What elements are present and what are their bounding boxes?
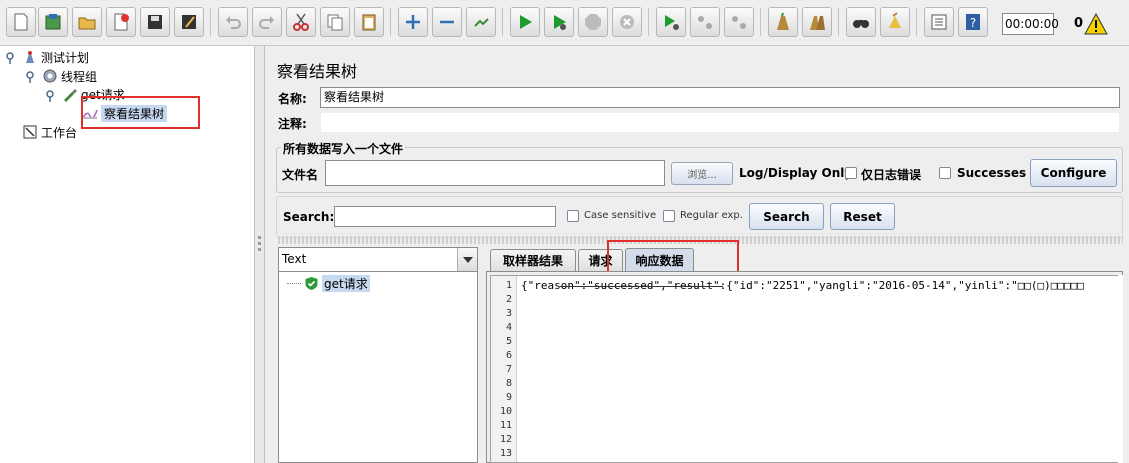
close-file-icon[interactable] xyxy=(106,7,136,37)
search-input[interactable] xyxy=(334,206,556,227)
toggle-icon[interactable] xyxy=(466,7,496,37)
line-number: 9 xyxy=(505,392,512,403)
tree-label: 测试计划 xyxy=(41,50,90,65)
line-number: 11 xyxy=(499,420,512,431)
errors-only-checkbox[interactable] xyxy=(845,167,857,179)
test-plan-icon xyxy=(26,51,34,63)
log-display-label: Log/Display Only: xyxy=(739,166,857,180)
tree-label: 线程组 xyxy=(61,69,98,84)
name-row: 名称: 察看结果树 xyxy=(274,86,1123,110)
warning-icon[interactable] xyxy=(1084,13,1108,35)
templates-icon[interactable] xyxy=(38,7,68,37)
filename-label: 文件名 xyxy=(282,168,319,182)
comment-row: 注释: xyxy=(274,111,1123,135)
name-label: 名称: xyxy=(278,92,307,106)
vertical-scrollbar[interactable] xyxy=(1118,275,1123,463)
help-icon[interactable]: ? xyxy=(958,7,988,37)
save-icon[interactable] xyxy=(140,7,170,37)
comment-label: 注释: xyxy=(278,117,307,131)
collapse-all-icon[interactable] xyxy=(432,7,462,37)
tree-toggle-icon[interactable] xyxy=(25,71,35,83)
clear-icon[interactable] xyxy=(768,7,798,37)
response-text-area[interactable]: 1 2 3 4 5 6 7 8 9 10 11 12 13 {"reason":… xyxy=(490,275,1119,463)
line-number: 10 xyxy=(499,406,512,417)
line-number: 8 xyxy=(505,378,512,389)
expand-all-icon[interactable] xyxy=(398,7,428,37)
case-sensitive-label: Case sensitive xyxy=(584,210,657,221)
line-number: 2 xyxy=(505,294,512,305)
line-number-gutter: 1 2 3 4 5 6 7 8 9 10 11 12 13 xyxy=(491,276,517,462)
svg-text:?: ? xyxy=(970,16,976,30)
filename-field[interactable] xyxy=(325,160,665,186)
tree-item-thread-group[interactable]: 线程组 xyxy=(42,67,97,85)
workbench-icon xyxy=(23,125,37,139)
line-number: 3 xyxy=(505,308,512,319)
copy-icon[interactable] xyxy=(320,7,350,37)
start-icon[interactable] xyxy=(510,7,540,37)
start-no-pauses-icon[interactable] xyxy=(544,7,574,37)
remote-exit-icon[interactable] xyxy=(724,7,754,37)
line-number: 4 xyxy=(505,322,512,333)
new-icon[interactable] xyxy=(6,7,36,37)
sample-result-list: get请求 xyxy=(278,272,478,463)
line-number: 1 xyxy=(505,280,512,291)
line-number: 6 xyxy=(505,350,512,361)
chevron-down-icon[interactable] xyxy=(457,248,477,271)
successes-checkbox[interactable] xyxy=(939,167,951,179)
paste-icon[interactable] xyxy=(354,7,384,37)
result-item[interactable]: get请求 xyxy=(287,275,370,292)
case-sensitive-checkbox[interactable] xyxy=(567,210,579,222)
reset-search-icon[interactable] xyxy=(880,7,910,37)
toolbar: ? 00:00:00 0 xyxy=(0,0,1129,46)
remote-stop-icon[interactable] xyxy=(690,7,720,37)
save-as-icon[interactable] xyxy=(174,7,204,37)
configure-button[interactable]: Configure xyxy=(1030,159,1117,187)
regex-label: Regular exp. xyxy=(680,210,743,221)
shutdown-icon[interactable] xyxy=(612,7,642,37)
tab-sampler-result[interactable]: 取样器结果 xyxy=(490,249,576,271)
pane-divider[interactable] xyxy=(255,46,265,463)
clear-all-icon[interactable] xyxy=(802,7,832,37)
browse-button[interactable]: 浏览... xyxy=(671,162,733,185)
regex-checkbox[interactable] xyxy=(663,210,675,222)
group-title: 所有数据写入一个文件 xyxy=(281,140,406,157)
stop-icon[interactable] xyxy=(578,7,608,37)
tree-toggle-icon[interactable] xyxy=(45,90,55,102)
error-count: 0 xyxy=(1074,16,1084,31)
line-number: 7 xyxy=(505,364,512,375)
tree-item-test-plan[interactable]: 测试计划 xyxy=(22,48,89,66)
line-number: 13 xyxy=(499,448,512,459)
name-field[interactable]: 察看结果树 xyxy=(320,87,1120,108)
panel-title: 察看结果树 xyxy=(277,62,358,81)
result-item-label: get请求 xyxy=(322,275,370,292)
test-plan-tree: 测试计划 线程组 get请求 察看结果树 工作台 xyxy=(0,46,255,463)
success-shield-icon xyxy=(305,277,318,290)
tree-item-workbench[interactable]: 工作台 xyxy=(22,123,77,141)
pipette-icon xyxy=(64,89,77,102)
undo-icon[interactable] xyxy=(218,7,248,37)
redo-icon[interactable] xyxy=(252,7,282,37)
highlight-box xyxy=(81,96,200,129)
elapsed-timer: 00:00:00 xyxy=(1002,13,1059,35)
reset-button[interactable]: Reset xyxy=(830,203,895,230)
function-helper-icon[interactable] xyxy=(924,7,954,37)
tree-label: 工作台 xyxy=(41,125,78,140)
highlight-strike xyxy=(560,286,723,287)
gear-icon xyxy=(43,69,57,83)
search-icon[interactable] xyxy=(846,7,876,37)
renderer-value: Text xyxy=(282,252,307,266)
remote-start-icon[interactable] xyxy=(656,7,686,37)
tree-toggle-icon[interactable] xyxy=(5,52,15,64)
open-icon[interactable] xyxy=(72,7,102,37)
line-number: 12 xyxy=(499,434,512,445)
search-label: Search: xyxy=(283,210,335,224)
search-button[interactable]: Search xyxy=(749,203,824,230)
renderer-select[interactable]: Text xyxy=(278,247,478,272)
successes-label: Successes xyxy=(957,166,1027,180)
cut-icon[interactable] xyxy=(286,7,316,37)
errors-only-label: 仅日志错误 xyxy=(861,168,922,182)
line-number: 5 xyxy=(505,336,512,347)
comment-field[interactable] xyxy=(320,112,1120,133)
